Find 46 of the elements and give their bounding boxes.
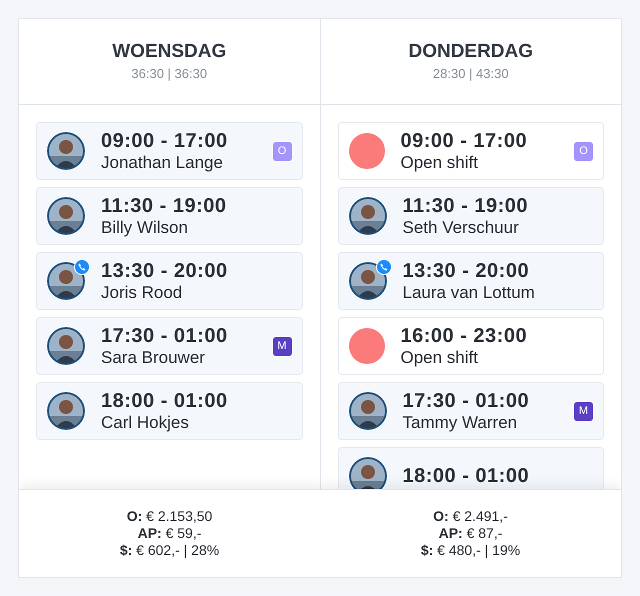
total-line: $: € 602,- | 28% xyxy=(120,542,220,559)
shift-time: 18:00 - 01:00 xyxy=(101,390,229,413)
employee-name: Open shift xyxy=(400,152,479,172)
shift-card[interactable]: 18:00 - 01:00 Carl Hokjes xyxy=(36,382,302,440)
employee-name: Sara Brouwer xyxy=(101,348,206,368)
total-line: AP: € 87,- xyxy=(438,525,502,542)
shift-time: 18:00 - 01:00 xyxy=(402,464,530,488)
total-line: $: € 480,- | 19% xyxy=(420,542,520,559)
employee-name: Carl Hokjes xyxy=(101,412,190,432)
employee-name: Laura van Lottum xyxy=(402,282,536,302)
shift-tag: M xyxy=(574,402,593,420)
shift-card[interactable]: 09:00 - 17:00 Open shift O xyxy=(338,122,604,180)
shift-time: 16:00 - 23:00 xyxy=(400,324,528,348)
shift-card[interactable]: 11:30 - 19:00 Seth Verschuur xyxy=(338,187,604,245)
employee-name: Open shift xyxy=(400,348,479,368)
shift-card[interactable]: 17:30 - 01:00 Sara Brouwer M xyxy=(36,317,302,375)
shift-tag: M xyxy=(272,336,292,356)
shift-time: 13:30 - 20:00 xyxy=(101,260,229,283)
shift-time: 13:30 - 20:00 xyxy=(402,260,530,283)
shift-time: 09:00 - 17:00 xyxy=(101,130,229,153)
total-line: O: € 2.153,50 xyxy=(126,508,212,525)
day-hours: 28:30 | 43:30 xyxy=(432,64,509,83)
shift-card[interactable]: 13:30 - 20:00 Joris Rood xyxy=(36,252,302,310)
employee-name: Jonathan Lange xyxy=(101,152,224,172)
shift-card[interactable]: 11:30 - 19:00 Billy Wilson xyxy=(36,187,302,245)
day-hours: 36:30 | 36:30 xyxy=(131,64,208,83)
shift-tag: O xyxy=(272,142,292,160)
total-line: O: € 2.491,- xyxy=(433,508,508,525)
total-line: AP: € 59,- xyxy=(138,525,202,542)
day-title: DONDERDAG xyxy=(408,40,534,64)
shift-time: 11:30 - 19:00 xyxy=(101,194,228,218)
shift-tag: O xyxy=(574,142,593,160)
shift-card[interactable]: 17:30 - 01:00 Tammy Warren M xyxy=(338,382,604,440)
shift-time: 09:00 - 17:00 xyxy=(400,130,528,153)
employee-name: Tammy Warren xyxy=(402,412,518,432)
shift-time: 17:30 - 01:00 xyxy=(101,324,229,348)
shift-card[interactable]: 16:00 - 23:00 Open shift xyxy=(338,317,604,375)
employee-name: Seth Verschuur xyxy=(402,218,520,238)
day-title: WOENSDAG xyxy=(112,40,226,64)
shift-time: 11:30 - 19:00 xyxy=(402,194,529,218)
shift-time: 17:30 - 01:00 xyxy=(402,390,530,413)
employee-name: Joris Rood xyxy=(101,282,184,302)
shift-card[interactable]: 09:00 - 17:00 Jonathan Lange O xyxy=(36,122,302,180)
shift-card[interactable]: 18:00 - 01:00 xyxy=(338,447,604,489)
employee-name: Billy Wilson xyxy=(101,218,189,238)
shift-card[interactable]: 13:30 - 20:00 Laura van Lottum xyxy=(338,252,604,310)
